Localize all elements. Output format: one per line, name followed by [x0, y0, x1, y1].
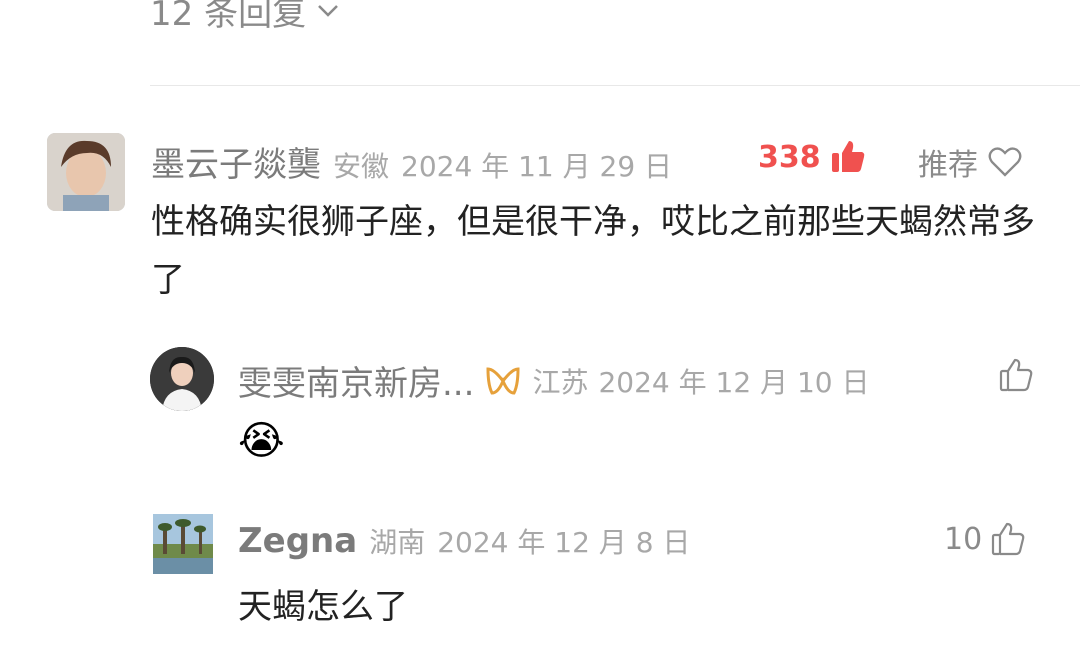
- recommend-button[interactable]: 推荐: [918, 140, 1022, 184]
- comment-text: 性格确实很狮子座，但是很干净，哎比之前那些天蝎然常多了: [151, 202, 1035, 300]
- avatar[interactable]: [150, 347, 214, 411]
- reply-username[interactable]: 雯雯南京新房...: [238, 356, 474, 405]
- reply-location: 湖南: [369, 526, 426, 559]
- reply-text: 天蝎怎么了: [238, 587, 408, 627]
- ribbon-badge-icon: [484, 365, 522, 397]
- like-button[interactable]: [998, 357, 1034, 393]
- reply-date: 2024 年 12 月 10 日: [598, 365, 870, 399]
- heart-icon: [988, 146, 1022, 178]
- like-count: 10: [944, 521, 983, 557]
- reply-date: 2024 年 12 月 8 日: [437, 526, 691, 559]
- thumbs-up-icon: [998, 357, 1034, 393]
- reply-text: 😭: [238, 418, 285, 464]
- like-count: 338: [758, 139, 821, 175]
- comment-date: 2024 年 11 月 29 日: [401, 150, 673, 183]
- avatar[interactable]: [47, 133, 125, 211]
- chevron-down-icon: [316, 3, 340, 19]
- avatar[interactable]: [153, 514, 213, 574]
- reply-username[interactable]: Zegna: [238, 521, 357, 561]
- replies-count-label: 12 条回复: [150, 0, 307, 34]
- divider: [150, 85, 1080, 86]
- replies-toggle[interactable]: 12 条回复: [150, 0, 340, 35]
- reply-location: 江苏: [532, 365, 589, 399]
- comment-location: 安徽: [333, 150, 390, 183]
- thumbs-up-icon: [990, 521, 1026, 557]
- comment-username[interactable]: 墨云子燚龑: [151, 137, 321, 186]
- like-button[interactable]: 338: [758, 138, 867, 176]
- thumbs-up-filled-icon: [829, 138, 867, 176]
- like-button[interactable]: 10: [944, 521, 1026, 557]
- recommend-label: 推荐: [918, 148, 978, 183]
